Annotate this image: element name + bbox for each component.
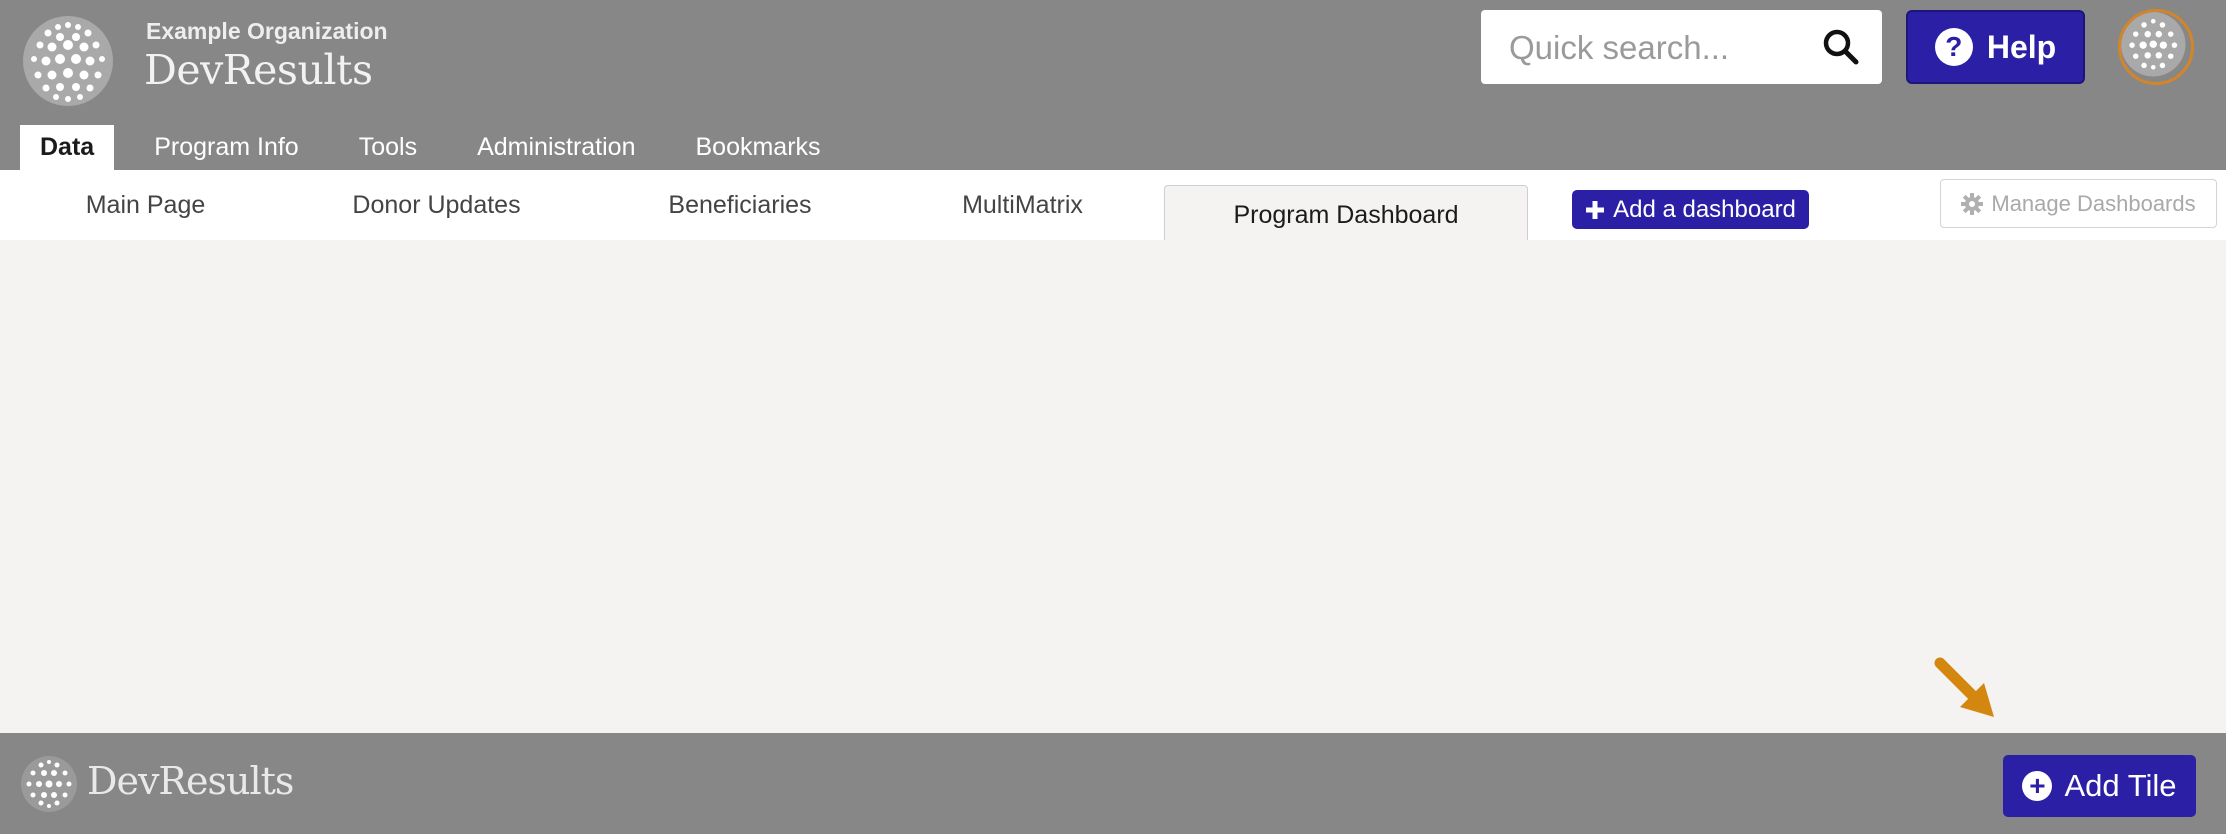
manage-dashboards-label: Manage Dashboards bbox=[1991, 190, 2196, 216]
footer-bar: DevResults + Add Tile bbox=[0, 733, 2226, 834]
main-navigation: Data Program Info Tools Administration B… bbox=[20, 125, 861, 170]
main-tab-bookmarks[interactable]: Bookmarks bbox=[675, 125, 840, 170]
gear-icon bbox=[1961, 192, 1984, 215]
dashboard-tab-main-page[interactable]: Main Page bbox=[58, 170, 233, 240]
plus-icon bbox=[1586, 200, 1605, 219]
avatar[interactable] bbox=[2118, 9, 2194, 85]
globe-avatar-icon bbox=[2121, 12, 2186, 77]
top-header: Example Organization DevResults ? Help D… bbox=[0, 0, 2226, 170]
quick-search bbox=[1481, 10, 1882, 84]
question-circle-icon: ? bbox=[1934, 28, 1973, 66]
help-label: Help bbox=[1986, 28, 2057, 65]
help-button[interactable]: ? Help bbox=[1906, 10, 2085, 84]
add-dashboard-button[interactable]: Add a dashboard bbox=[1572, 190, 1809, 229]
pointer-arrow-icon bbox=[1934, 657, 1994, 717]
dashboard-canvas bbox=[0, 240, 2226, 733]
dashboard-tab-bar: Main Page Donor Updates Beneficiaries Mu… bbox=[0, 170, 2226, 241]
footer-app-name: DevResults bbox=[87, 759, 294, 803]
add-dashboard-label: Add a dashboard bbox=[1613, 195, 1796, 223]
add-tile-label: Add Tile bbox=[2064, 768, 2177, 803]
dashboard-tab-program-dashboard[interactable]: Program Dashboard bbox=[1164, 185, 1528, 241]
dashboard-tab-donor-updates[interactable]: Donor Updates bbox=[330, 170, 543, 240]
app-title[interactable]: DevResults bbox=[144, 46, 373, 94]
manage-dashboards-button[interactable]: Manage Dashboards bbox=[1940, 179, 2217, 228]
main-tab-administration[interactable]: Administration bbox=[457, 125, 655, 170]
dashboard-tab-multimatrix[interactable]: MultiMatrix bbox=[935, 170, 1110, 240]
globe-footer-logo-icon bbox=[21, 756, 77, 812]
main-tab-tools[interactable]: Tools bbox=[339, 125, 437, 170]
organization-name: Example Organization bbox=[146, 18, 388, 44]
search-input[interactable] bbox=[1507, 24, 1811, 72]
plus-circle-icon: + bbox=[2022, 771, 2053, 801]
add-tile-button[interactable]: + Add Tile bbox=[2003, 755, 2196, 817]
dashboard-tab-beneficiaries[interactable]: Beneficiaries bbox=[640, 170, 840, 240]
main-tab-program-info[interactable]: Program Info bbox=[134, 125, 319, 170]
main-tab-data[interactable]: Data bbox=[20, 125, 115, 170]
search-icon[interactable] bbox=[1822, 28, 1860, 66]
globe-logo-icon[interactable] bbox=[22, 15, 114, 107]
